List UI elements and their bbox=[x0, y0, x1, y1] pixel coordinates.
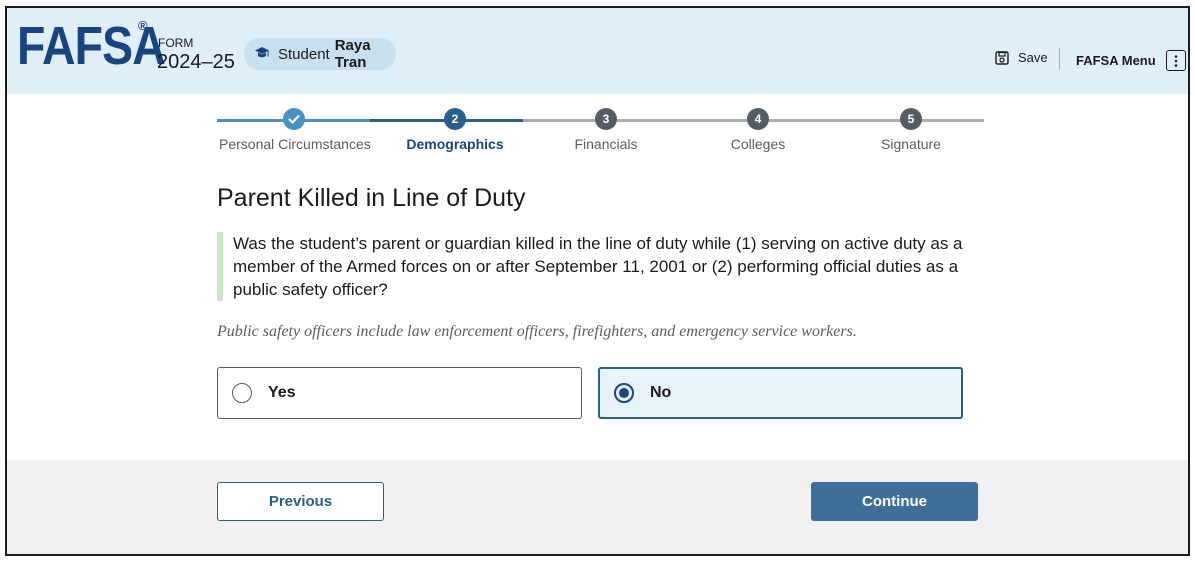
page-title: Parent Killed in Line of Duty bbox=[217, 184, 526, 212]
step-number: 2 bbox=[444, 108, 466, 130]
option-label: No bbox=[650, 384, 672, 401]
check-icon bbox=[283, 108, 305, 130]
kebab-icon bbox=[1165, 50, 1186, 71]
step-financials: 3 Financials bbox=[531, 108, 681, 152]
fafsa-menu-button[interactable]: FAFSA Menu bbox=[1076, 50, 1186, 71]
step-demographics: 2 Demographics bbox=[380, 108, 530, 152]
radio-unchecked-icon bbox=[232, 383, 252, 403]
footer bbox=[7, 460, 1188, 554]
app-window: FAFSA ® FORM 2024–25 Student Raya Tran S… bbox=[5, 6, 1190, 556]
step-personal-circumstances: Personal Circumstances bbox=[219, 108, 371, 152]
option-yes[interactable]: Yes bbox=[217, 367, 582, 419]
save-label: Save bbox=[1018, 50, 1048, 65]
student-prefix: Student bbox=[278, 45, 330, 63]
step-label: Financials bbox=[574, 136, 638, 152]
step-label: Demographics bbox=[406, 136, 504, 152]
student-icon bbox=[254, 46, 270, 62]
student-name: Raya Tran bbox=[334, 37, 371, 71]
radio-checked-icon bbox=[614, 383, 634, 403]
hint-text: Public safety officers include law enfor… bbox=[217, 323, 857, 340]
step-number: 3 bbox=[595, 108, 617, 130]
option-no[interactable]: No bbox=[598, 367, 963, 419]
student-badge: Student Raya Tran bbox=[244, 37, 396, 71]
save-button[interactable]: Save bbox=[995, 50, 1048, 65]
header-divider bbox=[1059, 48, 1060, 70]
menu-label: FAFSA Menu bbox=[1076, 53, 1156, 68]
form-label: FORM bbox=[158, 36, 194, 50]
previous-button[interactable]: Previous bbox=[217, 482, 384, 521]
save-icon bbox=[995, 50, 1009, 65]
step-number: 5 bbox=[900, 108, 922, 130]
question-text: Was the student’s parent or guardian kil… bbox=[217, 232, 977, 301]
registered-mark: ® bbox=[138, 18, 148, 33]
step-colleges: 4 Colleges bbox=[683, 108, 833, 152]
step-number: 4 bbox=[747, 108, 769, 130]
step-label: Personal Circumstances bbox=[219, 136, 371, 152]
header: FAFSA ® FORM 2024–25 Student Raya Tran S… bbox=[7, 8, 1188, 94]
step-label: Signature bbox=[881, 136, 941, 152]
progress-stepper: Personal Circumstances 2 Demographics 3 … bbox=[217, 104, 984, 164]
continue-button[interactable]: Continue bbox=[811, 482, 978, 521]
step-label: Colleges bbox=[730, 136, 786, 152]
form-year: 2024–25 bbox=[157, 51, 235, 73]
option-label: Yes bbox=[268, 384, 296, 401]
step-signature: 5 Signature bbox=[836, 108, 986, 152]
